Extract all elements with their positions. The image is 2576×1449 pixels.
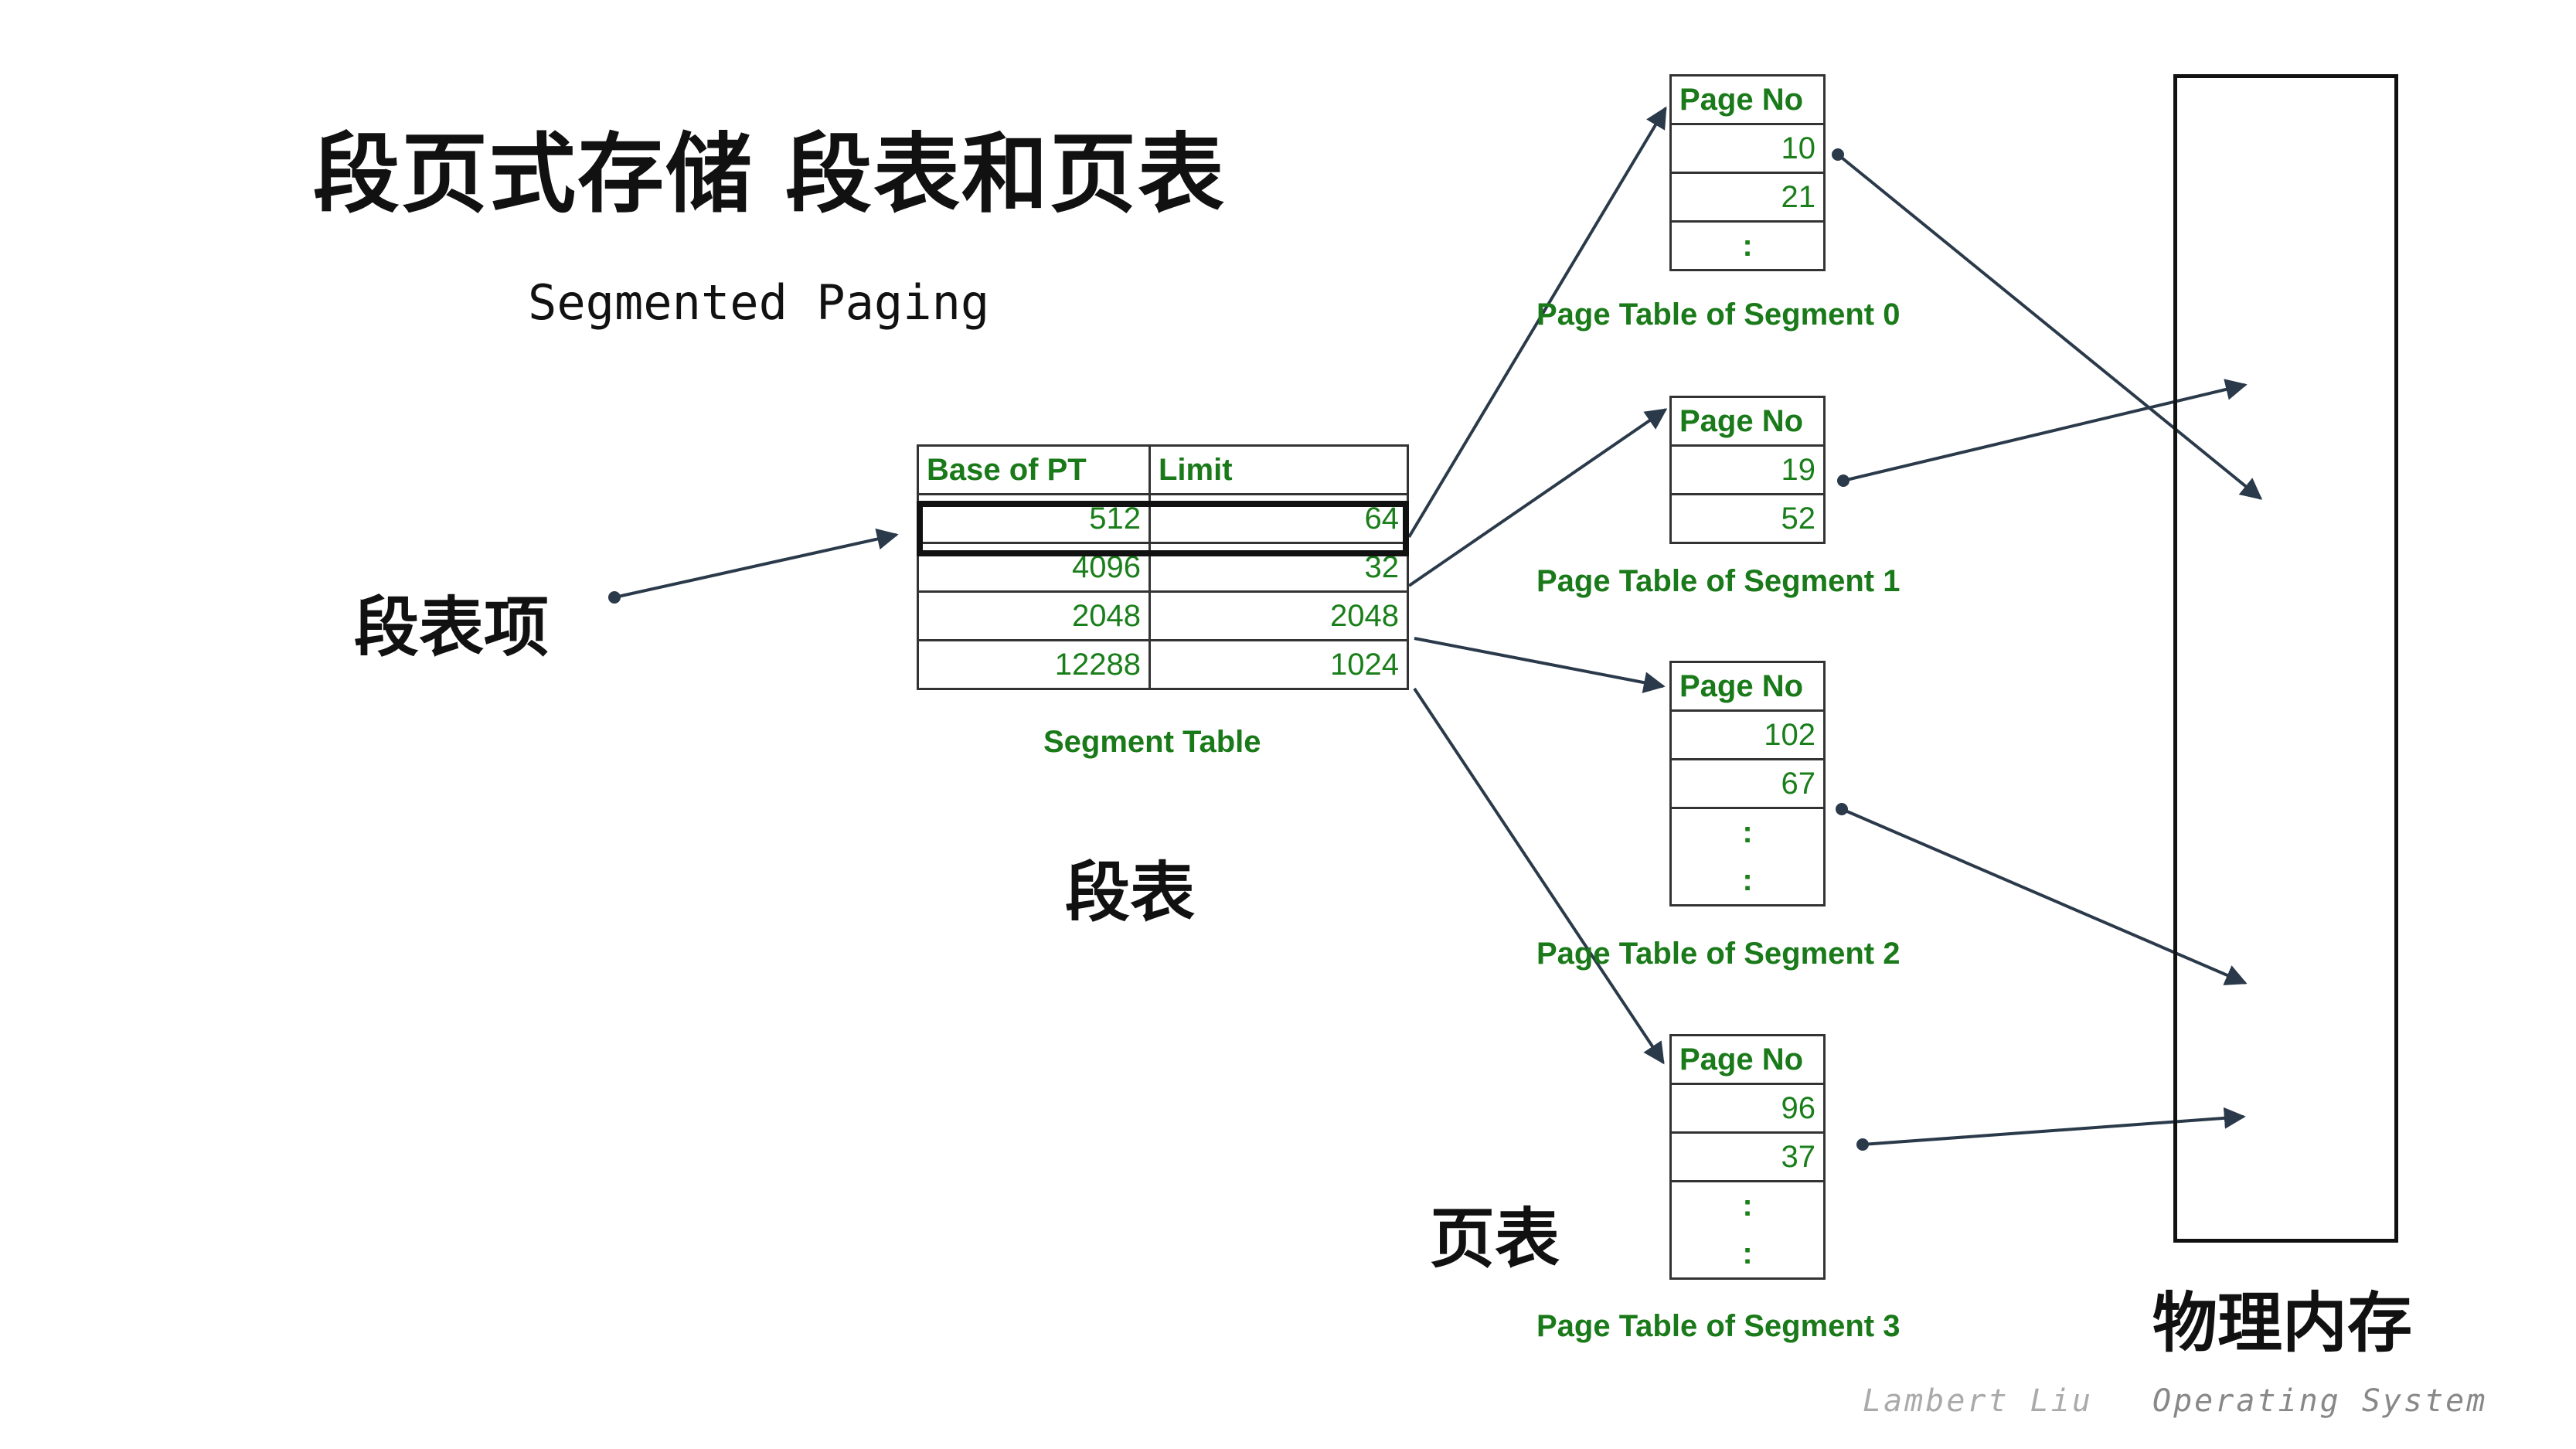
segment-table-label: 段表 bbox=[1065, 854, 1196, 930]
page-table-segment-0: Page No 10 21 : bbox=[1669, 74, 1826, 271]
table-row: 12288 1024 bbox=[917, 639, 1409, 690]
seg1-arrow bbox=[1407, 408, 1668, 587]
page-table-caption-3: Page Table of Segment 3 bbox=[1536, 1309, 1901, 1343]
physical-memory-label: 物理内存 bbox=[2152, 1284, 2413, 1361]
entry-arrow-dot bbox=[608, 591, 621, 604]
page-table-segment-3: Page No 96 37 : : bbox=[1669, 1034, 1826, 1280]
segment-limit: 1024 bbox=[1148, 639, 1409, 690]
page-entry: 52 bbox=[1669, 493, 1826, 544]
segment-table-caption: Segment Table bbox=[1043, 725, 1261, 759]
selected-segment-highlight bbox=[917, 501, 1409, 556]
page-table-header: Page No bbox=[1669, 396, 1826, 447]
page-table-segment-2: Page No 102 67 : : bbox=[1669, 661, 1826, 906]
page-entry: 96 bbox=[1669, 1083, 1826, 1134]
page-entry: 21 bbox=[1669, 172, 1826, 223]
page-table-header: Page No bbox=[1669, 1034, 1826, 1085]
segment-limit: 2048 bbox=[1148, 590, 1409, 641]
segment-table-header: Base of PT Limit bbox=[917, 444, 1409, 495]
page-table-label: 页表 bbox=[1430, 1200, 1560, 1277]
page-subtitle: Segmented Paging bbox=[528, 274, 990, 331]
page-table-caption-1: Page Table of Segment 1 bbox=[1536, 564, 1901, 598]
footer-course: Operating System bbox=[2152, 1383, 2488, 1419]
header-limit: Limit bbox=[1148, 444, 1409, 495]
page-table-header: Page No bbox=[1669, 661, 1826, 712]
page-entry: 37 bbox=[1669, 1131, 1826, 1182]
entry-arrow bbox=[614, 528, 899, 599]
page-table-caption-0: Page Table of Segment 0 bbox=[1536, 298, 1901, 332]
page-entry-ellipsis: : bbox=[1669, 856, 1826, 906]
page-entry-ellipsis: : bbox=[1669, 220, 1826, 271]
footer-author: Lambert Liu bbox=[1863, 1383, 2093, 1419]
segment-entry-label: 段表项 bbox=[354, 589, 550, 665]
page-table-header: Page No bbox=[1669, 74, 1826, 125]
segment-base: 2048 bbox=[917, 590, 1151, 641]
page-entry-ellipsis: : bbox=[1669, 1230, 1826, 1280]
page-entry: 67 bbox=[1669, 758, 1826, 809]
table-row: 2048 2048 bbox=[917, 590, 1409, 641]
page-table-caption-2: Page Table of Segment 2 bbox=[1536, 937, 1901, 971]
seg2-arrow bbox=[1414, 637, 1666, 693]
page-entry: 19 bbox=[1669, 444, 1826, 495]
segment-table: Base of PT Limit 512 64 4096 32 2048 204… bbox=[917, 444, 1409, 690]
header-base-of-pt: Base of PT bbox=[917, 444, 1151, 495]
page-title: 段页式存储 段表和页表 bbox=[313, 124, 1226, 225]
page-entry-ellipsis: : bbox=[1669, 1180, 1826, 1230]
page-entry: 102 bbox=[1669, 709, 1826, 760]
page-entry: 10 bbox=[1669, 123, 1826, 174]
physical-memory-block bbox=[2173, 74, 2398, 1243]
page-entry-ellipsis: : bbox=[1669, 807, 1826, 857]
page-table-segment-1: Page No 19 52 bbox=[1669, 396, 1826, 544]
seg3-arrow bbox=[1413, 687, 1665, 1065]
segment-base: 12288 bbox=[917, 639, 1151, 690]
